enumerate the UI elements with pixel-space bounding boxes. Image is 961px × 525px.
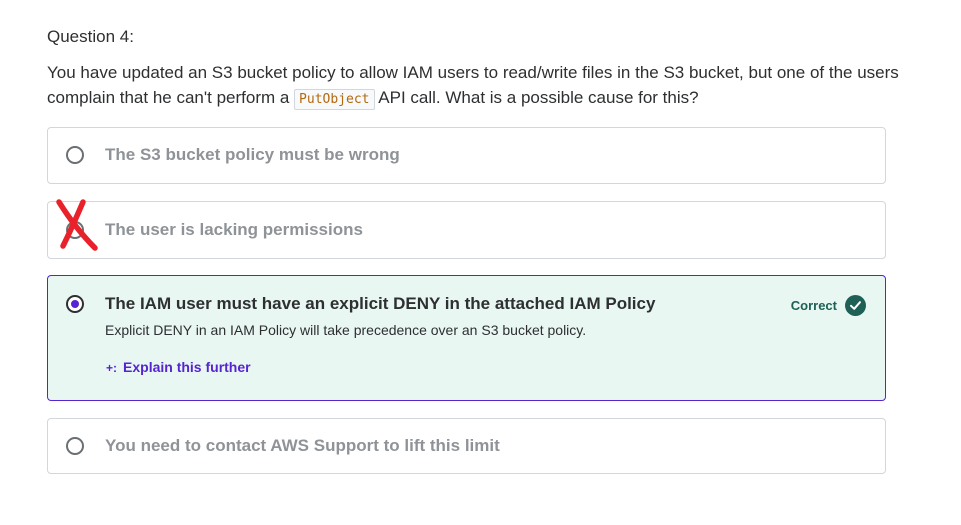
correct-badge: Correct — [791, 295, 866, 316]
option-label: The S3 bucket policy must be wrong — [105, 145, 400, 164]
correct-label: Correct — [790, 298, 837, 313]
radio-button[interactable] — [66, 146, 84, 164]
answer-option-3-correct[interactable]: The IAM user must have an explicit DENY … — [47, 275, 886, 401]
option-label: The IAM user must have an explicit DENY … — [105, 294, 656, 313]
answer-explanation: Explicit DENY in an IAM Policy will take… — [105, 322, 587, 338]
answer-option-4[interactable]: You need to contact AWS Support to lift … — [47, 418, 886, 474]
option-label: The user is lacking permissions — [105, 220, 363, 239]
explain-further-link[interactable]: +: Explain this further — [106, 359, 251, 375]
radio-button[interactable] — [66, 437, 84, 455]
check-circle-icon — [845, 295, 866, 316]
question-text: You have updated an S3 bucket policy to … — [47, 60, 907, 112]
option-label: You need to contact AWS Support to lift … — [105, 436, 500, 455]
sparkle-icon: +: — [106, 361, 118, 375]
question-text-part2: API call. What is a possible cause for t… — [374, 88, 699, 107]
wrong-mark-icon — [56, 199, 98, 251]
code-snippet: PutObject — [294, 89, 375, 110]
answer-option-1[interactable]: The S3 bucket policy must be wrong — [47, 127, 886, 184]
question-number: Question 4: — [47, 27, 134, 46]
answer-option-2[interactable]: The user is lacking permissions — [47, 201, 886, 259]
radio-button-selected[interactable] — [66, 295, 84, 313]
explain-further-label: Explain this further — [123, 359, 251, 375]
